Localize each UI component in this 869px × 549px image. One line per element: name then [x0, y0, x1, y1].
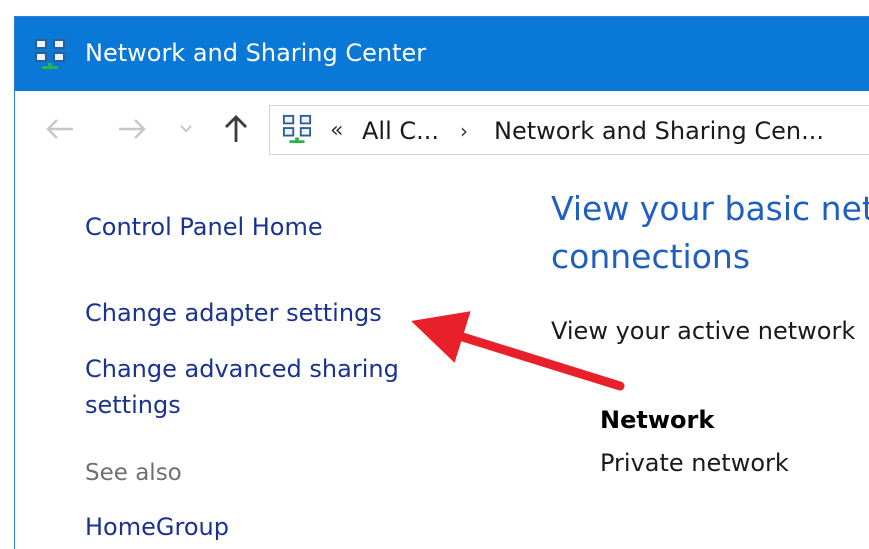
breadcrumb-all-control-panel-items[interactable]: All C...: [362, 113, 439, 149]
network-name: Network: [600, 406, 715, 434]
active-networks-text: View your active network: [551, 317, 856, 345]
forward-button[interactable]: [115, 109, 149, 149]
breadcrumb-network-sharing-center[interactable]: Network and Sharing Cen...: [494, 113, 824, 149]
address-overflow-button[interactable]: «: [330, 113, 343, 149]
network-icon: [282, 114, 312, 144]
change-adapter-settings-link[interactable]: Change adapter settings: [85, 295, 382, 331]
network-icon: [35, 39, 65, 69]
main-heading-line-2: connections: [551, 237, 751, 276]
homegroup-link[interactable]: HomeGroup: [85, 509, 229, 545]
change-advanced-sharing-settings-link-continued[interactable]: settings: [85, 387, 181, 423]
network-type: Private network: [600, 449, 789, 477]
control-panel-home-link[interactable]: Control Panel Home: [85, 209, 323, 245]
main-heading: View your basic net connections: [551, 185, 869, 281]
back-button[interactable]: [43, 109, 77, 149]
forward-arrow-icon: [119, 119, 146, 139]
main-heading-line-1: View your basic net: [551, 189, 869, 228]
see-also-label: See also: [85, 460, 182, 486]
breadcrumb-separator[interactable]: ›: [460, 113, 468, 149]
up-button[interactable]: [219, 109, 253, 149]
navigation-bar: « All C... › Network and Sharing Cen...: [15, 91, 869, 169]
network-sharing-center-window: Network and Sharing Center « All C... › …: [14, 16, 869, 549]
recent-locations-button[interactable]: [175, 109, 197, 149]
address-bar[interactable]: « All C... › Network and Sharing Cen...: [269, 105, 869, 155]
window-title: Network and Sharing Center: [85, 39, 427, 67]
up-arrow-icon: [225, 115, 247, 142]
change-advanced-sharing-settings-link[interactable]: Change advanced sharing: [85, 351, 399, 387]
title-bar[interactable]: Network and Sharing Center: [15, 17, 869, 91]
chevron-down-icon: [180, 125, 192, 133]
back-arrow-icon: [46, 119, 73, 139]
